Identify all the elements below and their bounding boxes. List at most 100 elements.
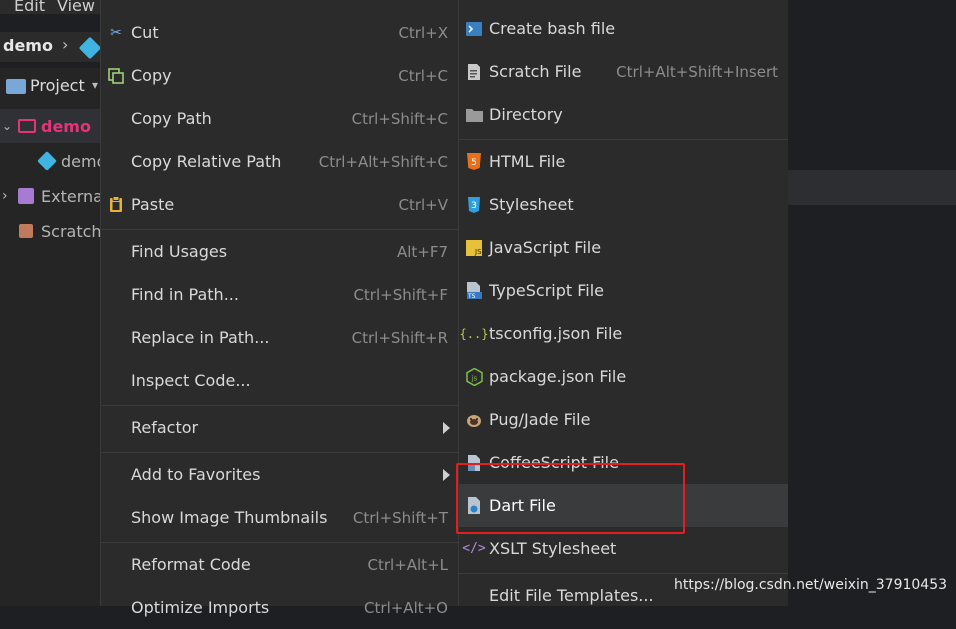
javascript-icon: JS xyxy=(465,239,483,257)
scratch-file-icon xyxy=(465,63,483,81)
menu-item-copy-relative-path[interactable]: Copy Relative Path Ctrl+Alt+Shift+C xyxy=(101,140,458,183)
menu-item-package-json-file[interactable]: js package.json File xyxy=(459,355,788,398)
nodejs-icon: js xyxy=(465,367,483,386)
watermark-text: https://blog.csdn.net/weixin_37910453 xyxy=(674,577,948,593)
menu-item-shortcut: Ctrl+Shift+C xyxy=(351,109,448,128)
menu-item-label: Pug/Jade File xyxy=(489,410,591,429)
css3-icon: 3 xyxy=(465,196,483,214)
menu-item-show-image-thumbnails[interactable]: Show Image Thumbnails Ctrl+Shift+T xyxy=(101,496,458,539)
tree-label: Scratch xyxy=(41,221,102,241)
menu-item-typescript-file[interactable]: TS TypeScript File xyxy=(459,269,788,312)
svg-text:JS: JS xyxy=(474,248,482,256)
chevron-right-icon: › xyxy=(62,35,69,54)
svg-text:3: 3 xyxy=(471,201,477,211)
menu-item-shortcut: Ctrl+Alt+Shift+C xyxy=(318,152,448,171)
menu-item-label: Replace in Path... xyxy=(131,328,270,347)
submenu-arrow-icon xyxy=(443,468,450,481)
menu-item-shortcut: Ctrl+X xyxy=(398,23,448,42)
menu-item-label: JavaScript File xyxy=(489,238,602,257)
menu-item-paste[interactable]: Paste Ctrl+V xyxy=(101,183,458,226)
menu-item-label: Optimize Imports xyxy=(131,598,270,617)
breadcrumb-project[interactable]: demo xyxy=(3,36,53,55)
menu-item-shortcut: Ctrl+Alt+O xyxy=(364,598,448,617)
menu-bar: Edit View xyxy=(0,0,100,15)
menu-item-inspect-code[interactable]: Inspect Code... xyxy=(101,359,458,402)
menu-item-find-in-path[interactable]: Find in Path... Ctrl+Shift+F xyxy=(101,273,458,316)
menu-item-label: Cut xyxy=(131,23,159,42)
tree-item-demo-root[interactable]: ⌄ demo xyxy=(0,109,100,143)
menu-item-label: TypeScript File xyxy=(489,281,605,300)
menu-item-copy[interactable]: Copy Ctrl+C xyxy=(101,54,458,97)
terminal-icon xyxy=(465,20,483,38)
menu-item-label: package.json File xyxy=(489,367,627,386)
library-icon xyxy=(18,188,34,204)
menu-item-pug-jade-file[interactable]: Pug/Jade File xyxy=(459,398,788,441)
svg-text:5: 5 xyxy=(471,158,477,168)
menu-item-shortcut: Alt+F7 xyxy=(396,242,448,261)
menu-item-label: Refactor xyxy=(131,418,199,437)
highlight-annotation-box xyxy=(456,463,685,534)
dart-icon xyxy=(78,36,102,60)
folder-icon xyxy=(465,106,483,124)
menu-item-copy-path[interactable]: Copy Path Ctrl+Shift+C xyxy=(101,97,458,140)
menu-item-stylesheet[interactable]: 3 Stylesheet xyxy=(459,183,788,226)
menu-item-refactor[interactable]: Refactor xyxy=(101,406,458,449)
project-panel-title[interactable]: Project xyxy=(30,76,85,95)
menu-item-label: Create bash file xyxy=(489,19,616,38)
html5-icon: 5 xyxy=(465,153,483,171)
menu-item-label: XSLT Stylesheet xyxy=(489,539,617,558)
menu-item-cut[interactable]: ✂ Cut Ctrl+X xyxy=(101,11,458,54)
code-tag-icon: </> xyxy=(462,541,486,556)
menu-item-reformat-code[interactable]: Reformat Code Ctrl+Alt+L xyxy=(101,543,458,586)
menu-item-label: Copy Relative Path xyxy=(131,152,282,171)
menu-item-label: Inspect Code... xyxy=(131,371,251,390)
menu-item-tsconfig-file[interactable]: {..} tsconfig.json File xyxy=(459,312,788,355)
menu-item-shortcut: Ctrl+Shift+F xyxy=(353,285,448,304)
menu-item-label: Add to Favorites xyxy=(131,465,261,484)
menu-item-shortcut: Ctrl+Shift+T xyxy=(352,508,448,527)
menu-item-create-bash-file[interactable]: Create bash file xyxy=(459,7,788,50)
chevron-down-icon: ⌄ xyxy=(2,119,13,133)
menu-item-find-usages[interactable]: Find Usages Alt+F7 xyxy=(101,230,458,273)
menu-item-label: Edit File Templates... xyxy=(489,586,654,605)
menu-item-html-file[interactable]: 5 HTML File xyxy=(459,140,788,183)
menu-item-label: Copy xyxy=(131,66,172,85)
menu-item-label: Find in Path... xyxy=(131,285,239,304)
menu-item-label: Show Image Thumbnails xyxy=(131,508,328,527)
breadcrumb: demo › xyxy=(0,32,102,62)
menu-item-label: Reformat Code xyxy=(131,555,251,574)
dart-file-icon xyxy=(37,151,57,171)
svg-text:js: js xyxy=(470,374,477,382)
menu-item-label: Copy Path xyxy=(131,109,212,128)
menu-item-label: Directory xyxy=(489,105,563,124)
copy-icon xyxy=(107,67,125,85)
json-braces-icon: {..} xyxy=(459,326,489,341)
menu-item-label: Paste xyxy=(131,195,175,214)
menu-item-add-to-favorites[interactable]: Add to Favorites xyxy=(101,453,458,496)
menu-item-optimize-imports[interactable]: Optimize Imports Ctrl+Alt+O xyxy=(101,586,458,629)
project-icon xyxy=(6,79,26,94)
editor-area xyxy=(788,0,956,606)
menu-view[interactable]: View xyxy=(57,0,95,15)
tree-label: demo xyxy=(41,116,91,136)
menu-item-label: Scratch File xyxy=(489,62,582,81)
context-menu: ✂ Cut Ctrl+X Copy Ctrl+C Copy Path Ctrl+… xyxy=(100,0,458,617)
menu-item-label: HTML File xyxy=(489,152,566,171)
menu-item-replace-in-path[interactable]: Replace in Path... Ctrl+Shift+R xyxy=(101,316,458,359)
scissors-icon: ✂ xyxy=(110,24,122,41)
project-panel-header: Project ▾ xyxy=(0,68,100,104)
scratch-icon xyxy=(19,224,33,238)
folder-icon xyxy=(18,119,36,133)
tree-label: External xyxy=(41,186,108,206)
menu-edit[interactable]: Edit xyxy=(14,0,45,15)
typescript-icon: TS xyxy=(465,282,483,300)
menu-item-directory[interactable]: Directory xyxy=(459,93,788,136)
chevron-down-icon[interactable]: ▾ xyxy=(92,78,98,92)
pug-icon xyxy=(465,411,483,429)
menu-item-scratch-file[interactable]: Scratch File Ctrl+Alt+Shift+Insert xyxy=(459,50,788,93)
menu-item-label: tsconfig.json File xyxy=(489,324,623,343)
menu-item-javascript-file[interactable]: JS JavaScript File xyxy=(459,226,788,269)
menu-item-label: Find Usages xyxy=(131,242,228,261)
menu-item-shortcut: Ctrl+C xyxy=(398,66,448,85)
clipboard-icon xyxy=(107,196,125,214)
